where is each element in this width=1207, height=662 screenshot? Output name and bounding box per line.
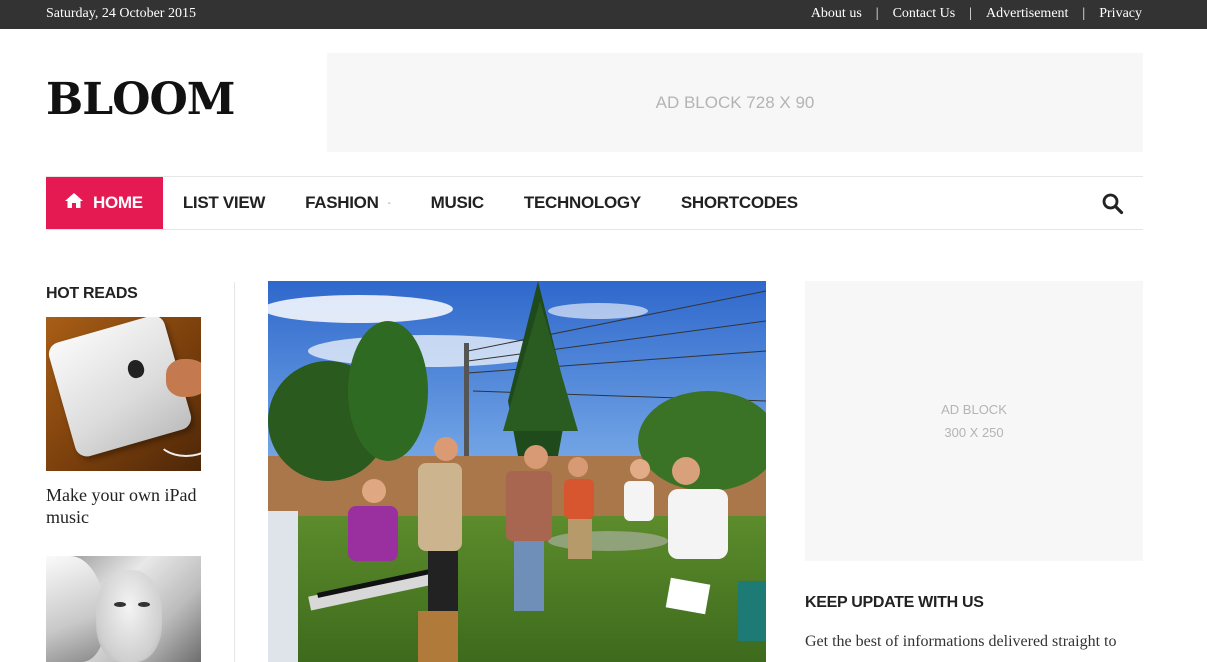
- face-shape: [96, 570, 162, 662]
- nav-item-label: HOME: [93, 193, 143, 212]
- hot-read-story-title[interactable]: Make your own iPad music: [46, 484, 206, 528]
- top-link-contact-us[interactable]: Contact Us: [893, 6, 956, 22]
- nav-item-label: FASHION: [305, 193, 379, 212]
- top-link-privacy[interactable]: Privacy: [1099, 6, 1142, 22]
- featured-image-band[interactable]: [268, 281, 766, 662]
- top-navigation: About us | Contact Us | Advertisement | …: [811, 6, 1142, 22]
- ad-block-size: 300 X 250: [944, 425, 1004, 440]
- apple-logo-icon: [125, 358, 147, 380]
- ad-banner-728x90[interactable]: AD BLOCK 728 X 90: [327, 53, 1143, 152]
- top-link-separator: |: [875, 6, 879, 21]
- site-logo[interactable]: BLOOM: [46, 78, 235, 122]
- top-link-separator: |: [969, 6, 972, 21]
- eye-shape: [114, 602, 126, 607]
- nav-item-shortcodes[interactable]: SHORTCODES: [661, 177, 818, 229]
- nav-item-label: TECHNOLOGY: [523, 193, 641, 212]
- nav-item-list-view[interactable]: LIST VIEW: [163, 177, 285, 229]
- top-bar: Saturday, 24 October 2015 About us | Con…: [0, 0, 1207, 29]
- nav-item-fashion[interactable]: FASHION -: [285, 177, 411, 229]
- nav-item-label: LIST VIEW: [182, 193, 266, 212]
- home-icon: [64, 192, 84, 214]
- hand-shape: [166, 359, 201, 397]
- nav-item-label: MUSIC: [430, 193, 485, 212]
- featured-photo-illustration: [268, 281, 766, 662]
- search-icon[interactable]: [1101, 192, 1125, 216]
- eye-shape: [138, 602, 150, 607]
- current-date: Saturday, 24 October 2015: [46, 6, 196, 21]
- nav-item-technology[interactable]: TECHNOLOGY: [504, 177, 661, 229]
- dropdown-caret-icon: -: [387, 197, 391, 209]
- ipad-story-thumbnail[interactable]: [46, 317, 201, 471]
- top-link-separator: |: [1082, 6, 1086, 21]
- nav-item-home[interactable]: HOME: [46, 177, 163, 229]
- ad-block-300x250[interactable]: AD BLOCK 300 X 250: [805, 281, 1143, 561]
- newsletter-heading: KEEP UPDATE WITH US: [805, 594, 984, 611]
- newsletter-description: Get the best of informations delivered s…: [805, 633, 1117, 650]
- portrait-story-thumbnail[interactable]: [46, 556, 201, 662]
- ad-block-label: AD BLOCK: [941, 402, 1007, 417]
- top-link-advertisement[interactable]: Advertisement: [986, 6, 1068, 22]
- main-navigation: HOME LIST VIEW FASHION - MUSIC TECHNOLOG…: [46, 176, 1143, 230]
- nav-item-music[interactable]: MUSIC: [411, 177, 504, 229]
- column-divider: [234, 282, 235, 662]
- top-link-about-us[interactable]: About us: [811, 6, 862, 22]
- hot-reads-heading: HOT READS: [46, 285, 138, 302]
- cable-shape: [156, 417, 201, 457]
- nav-item-label: SHORTCODES: [680, 193, 798, 212]
